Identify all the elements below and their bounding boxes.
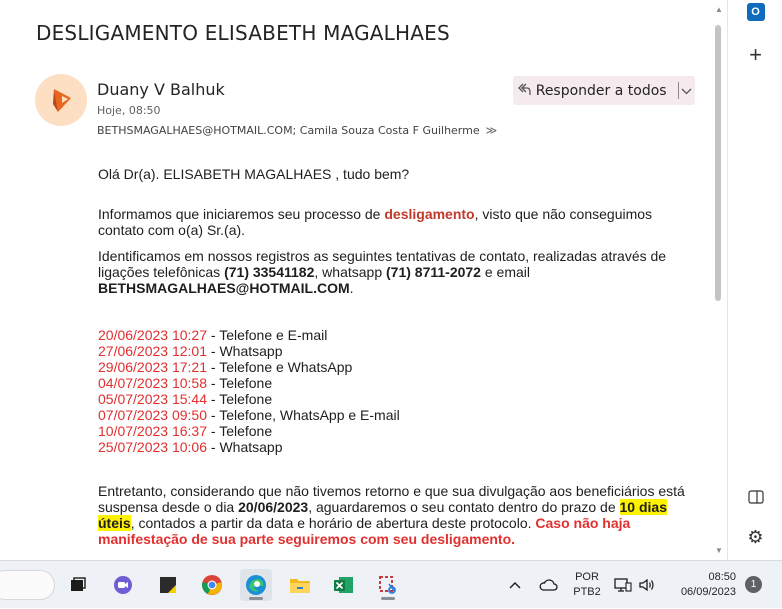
file-explorer-icon[interactable] xyxy=(284,569,316,601)
paragraph-text: e email xyxy=(480,264,530,280)
paragraph-text: , aguardaremos o seu contato dentro do p… xyxy=(308,499,620,515)
show-hidden-icons[interactable] xyxy=(508,561,522,609)
contact-attempt-item: 25/07/2023 10:06 - Whatsapp xyxy=(98,439,688,455)
task-view-icon[interactable] xyxy=(62,569,94,601)
paragraph-attempts: Identificamos em nossos registros as seg… xyxy=(98,248,688,296)
scroll-down-icon[interactable]: ▼ xyxy=(714,547,724,555)
active-app-indicator xyxy=(249,597,263,600)
contact-attempt-date: 20/06/2023 10:27 xyxy=(98,327,207,343)
contact-attempt-channel: - Whatsapp xyxy=(207,439,283,455)
contact-attempt-item: 10/07/2023 16:37 - Telefone xyxy=(98,423,688,439)
snipping-tool-icon[interactable] xyxy=(372,569,404,601)
contact-attempt-item: 04/07/2023 10:58 - Telefone xyxy=(98,375,688,391)
paragraph-deadline: Entretanto, considerando que não tivemos… xyxy=(98,483,688,547)
running-app-indicator xyxy=(381,597,395,600)
avatar-logo-icon xyxy=(35,74,87,126)
notification-badge[interactable]: 1 xyxy=(745,576,762,593)
taskbar-search-box[interactable] xyxy=(0,570,55,600)
contact-attempt-channel: - Telefone xyxy=(207,375,273,391)
reply-all-button[interactable]: Responder a todos xyxy=(513,76,695,105)
gear-icon[interactable]: ⚙ xyxy=(728,527,782,548)
panel-icon[interactable] xyxy=(728,490,782,509)
phone-number: (71) 33541182 xyxy=(224,264,315,280)
recipients-line[interactable]: BETHSMAGALHAES@HOTMAIL.COM; Camila Souza… xyxy=(97,124,497,137)
contact-email: BETHSMAGALHAES@HOTMAIL.COM xyxy=(98,280,350,296)
contact-attempt-item: 27/06/2023 12:01 - Whatsapp xyxy=(98,343,688,359)
expand-recipients-icon[interactable]: ≫ xyxy=(486,124,498,137)
onedrive-cloud-icon[interactable] xyxy=(538,561,558,609)
scrollbar-thumb[interactable] xyxy=(715,25,721,301)
network-icon[interactable] xyxy=(614,561,632,609)
contact-attempt-date: 25/07/2023 10:06 xyxy=(98,439,207,455)
recipients-list: BETHSMAGALHAES@HOTMAIL.COM; Camila Souza… xyxy=(97,124,480,137)
paragraph-text: . xyxy=(349,280,354,296)
outlook-reading-window: DESLIGAMENTO ELISABETH MAGALHAES Duany V… xyxy=(0,0,782,560)
teams-icon[interactable] xyxy=(107,569,139,601)
email-timestamp: Hoje, 08:50 xyxy=(97,104,161,117)
email-body: Olá Dr(a). ELISABETH MAGALHAES , tudo be… xyxy=(98,166,688,560)
sticky-notes-icon[interactable] xyxy=(152,569,184,601)
paragraph-text: Informamos que iniciaremos seu processo … xyxy=(98,206,385,222)
contact-attempt-channel: - Telefone, WhatsApp e E-mail xyxy=(207,407,400,423)
contact-attempt-item: 05/07/2023 15:44 - Telefone xyxy=(98,391,688,407)
paragraph-notice: Informamos que iniciaremos seu processo … xyxy=(98,206,688,238)
paragraph-text: , whatsapp xyxy=(314,264,386,280)
windows-taskbar: POR PTB2 08:50 06/09/2023 1 xyxy=(0,560,782,608)
keyboard-language[interactable]: POR PTB2 xyxy=(570,570,604,600)
system-clock[interactable]: 08:50 06/09/2023 xyxy=(670,570,736,600)
contact-attempt-channel: - Whatsapp xyxy=(207,343,283,359)
whatsapp-number: (71) 8711-2072 xyxy=(386,264,481,280)
reply-all-label: Responder a todos xyxy=(535,82,667,99)
sender-avatar[interactable] xyxy=(35,74,87,126)
contact-attempt-date: 04/07/2023 10:58 xyxy=(98,375,207,391)
contact-attempt-item: 20/06/2023 10:27 - Telefone e E-mail xyxy=(98,327,688,343)
contact-attempt-channel: - Telefone xyxy=(207,391,273,407)
edge-icon[interactable] xyxy=(240,569,272,601)
chevron-down-icon[interactable] xyxy=(678,84,695,98)
contact-attempt-item: 29/06/2023 17:21 - Telefone e WhatsApp xyxy=(98,359,688,375)
add-icon[interactable]: + xyxy=(728,42,782,68)
email-reading-pane: DESLIGAMENTO ELISABETH MAGALHAES Duany V… xyxy=(0,0,727,560)
dismissal-highlight: desligamento xyxy=(384,206,475,222)
contact-attempt-date: 10/07/2023 16:37 xyxy=(98,423,207,439)
contact-attempt-date: 07/07/2023 09:50 xyxy=(98,407,207,423)
contact-attempt-date: 05/07/2023 15:44 xyxy=(98,391,207,407)
contact-attempt-channel: - Telefone xyxy=(207,423,273,439)
reply-all-icon xyxy=(513,82,536,100)
contact-attempt-channel: - Telefone e E-mail xyxy=(207,327,328,343)
email-subject: DESLIGAMENTO ELISABETH MAGALHAES xyxy=(36,21,450,45)
language-code: POR xyxy=(575,571,599,583)
clock-time: 08:50 xyxy=(708,571,736,583)
keyboard-layout-code: PTB2 xyxy=(573,586,601,598)
volume-icon[interactable] xyxy=(638,561,656,609)
greeting: Olá Dr(a). ELISABETH MAGALHAES , tudo be… xyxy=(98,166,410,182)
paragraph-text: , contados a partir da data e horário de… xyxy=(130,515,536,531)
contact-attempt-channel: - Telefone e WhatsApp xyxy=(207,359,353,375)
scroll-up-icon[interactable]: ▲ xyxy=(714,6,724,14)
contact-attempt-date: 27/06/2023 12:01 xyxy=(98,343,207,359)
contact-attempt-item: 07/07/2023 09:50 - Telefone, WhatsApp e … xyxy=(98,407,688,423)
clock-date: 06/09/2023 xyxy=(680,586,736,598)
side-rail: O + ⚙ xyxy=(727,0,782,560)
contact-attempts-list: 20/06/2023 10:27 - Telefone e E-mail 27/0… xyxy=(98,327,688,455)
suspension-date: 20/06/2023 xyxy=(238,499,309,515)
excel-icon[interactable] xyxy=(328,569,360,601)
outlook-icon[interactable]: O xyxy=(728,2,782,21)
chrome-icon[interactable] xyxy=(196,569,228,601)
contact-attempt-date: 29/06/2023 17:21 xyxy=(98,359,207,375)
sender-name[interactable]: Duany V Balhuk xyxy=(97,80,225,99)
